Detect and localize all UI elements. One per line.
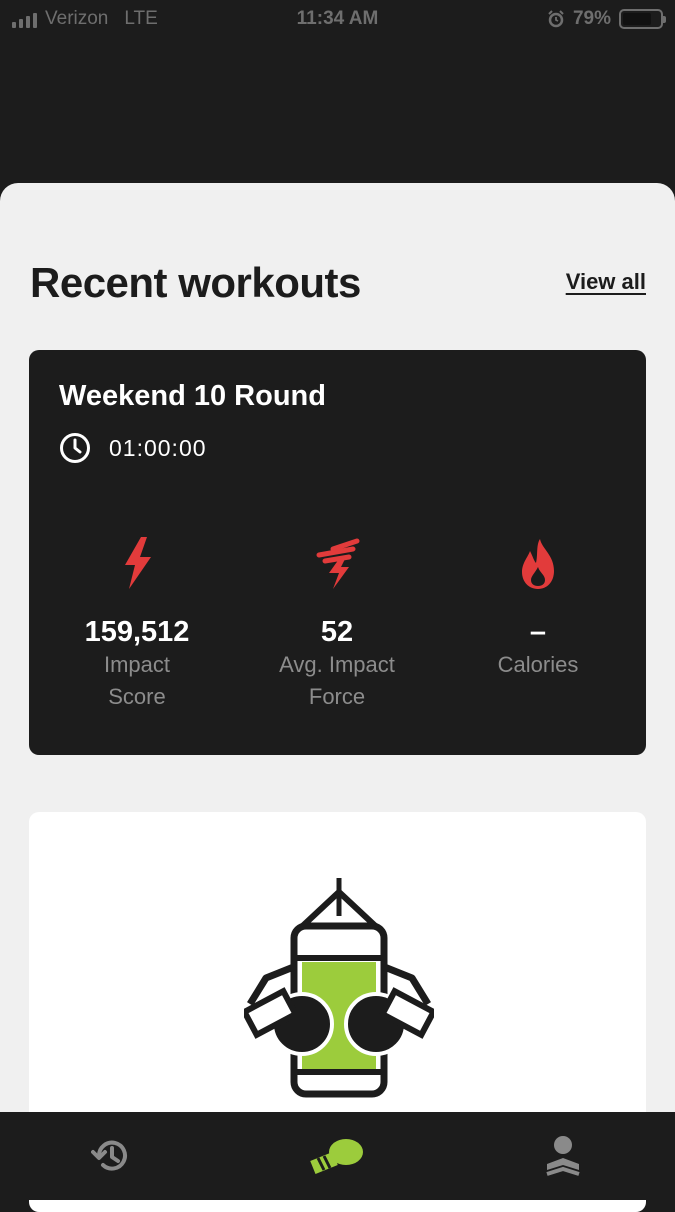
- stat-impact-score: 159,512 Impact Score: [37, 535, 237, 711]
- status-bar: Verizon LTE 11:34 AM 79%: [0, 0, 675, 40]
- workout-card[interactable]: Weekend 10 Round 01:00:00 159,512 Impact…: [29, 350, 646, 755]
- duration-row: 01:00:00: [59, 432, 207, 464]
- stat-label-line2: Score: [108, 684, 166, 709]
- history-icon: [91, 1140, 127, 1171]
- status-right: 79%: [547, 8, 666, 30]
- fast-lightning-icon: [316, 538, 360, 589]
- stat-label: Impact: [103, 652, 171, 677]
- battery-icon: [619, 9, 666, 29]
- recent-workouts-title: Recent workouts: [30, 259, 361, 306]
- battery-percent: 79%: [572, 8, 611, 29]
- flame-icon: [522, 539, 554, 589]
- workout-duration: 01:00:00: [109, 434, 207, 461]
- stat-value: –: [529, 616, 547, 648]
- stat-label-line2: Force: [308, 684, 366, 709]
- stat-value: 159,512: [84, 616, 190, 648]
- main-sheet: Recent workouts View all Weekend 10 Roun…: [0, 183, 675, 1212]
- tab-workouts[interactable]: [307, 1132, 367, 1180]
- tab-bar: [0, 1112, 675, 1200]
- tab-history[interactable]: [82, 1132, 142, 1180]
- stat-avg-impact-force: 52 Avg. Impact Force: [237, 535, 437, 711]
- workout-title: Weekend 10 Round: [59, 380, 326, 412]
- stat-value: 52: [320, 616, 354, 648]
- clock-icon: [60, 433, 90, 463]
- alarm-icon: [548, 10, 564, 28]
- stat-label: Calories: [497, 652, 579, 677]
- lightning-bolt-icon: [125, 537, 151, 589]
- battery-level-fill: [623, 13, 652, 25]
- view-all-link[interactable]: View all: [566, 269, 646, 295]
- profile-icon: [546, 1136, 580, 1176]
- boxing-glove-icon: [310, 1139, 363, 1174]
- punching-bag-illustration: [244, 878, 434, 1098]
- stat-label: Avg. Impact: [279, 652, 395, 677]
- tab-profile[interactable]: [533, 1132, 593, 1180]
- stat-calories: – Calories: [438, 535, 638, 683]
